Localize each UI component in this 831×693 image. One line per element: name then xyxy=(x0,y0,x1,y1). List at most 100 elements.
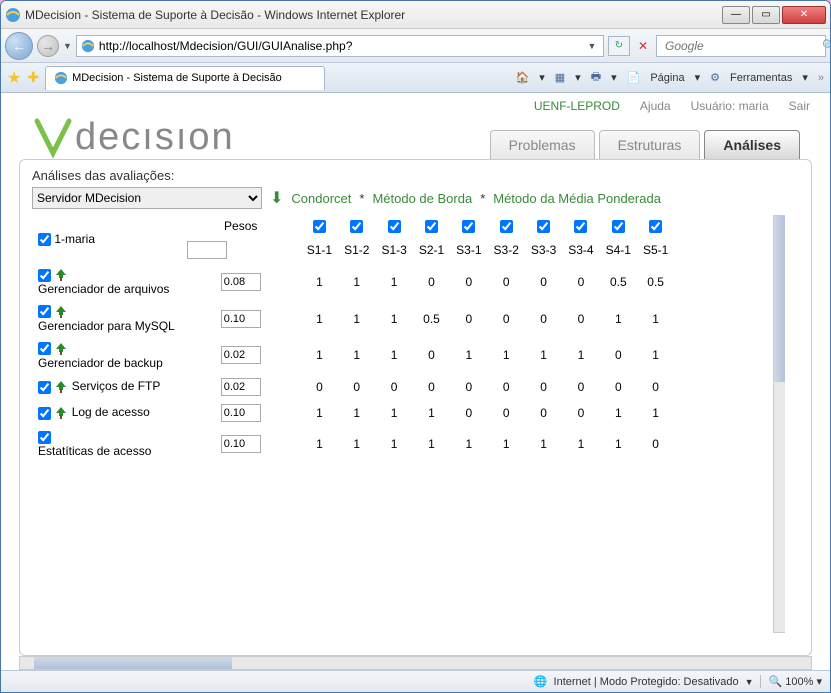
tree-icon[interactable] xyxy=(54,268,68,282)
stop-button[interactable]: ✕ xyxy=(634,39,652,53)
cell-value: 1 xyxy=(301,263,338,300)
col-header: S3-3 xyxy=(525,237,562,263)
cell-value: 0 xyxy=(488,374,525,400)
col-check[interactable] xyxy=(425,220,438,233)
maximize-button[interactable]: ▭ xyxy=(752,6,780,24)
row-check[interactable] xyxy=(38,342,51,355)
tab-analises[interactable]: Análises xyxy=(704,130,800,159)
method-borda[interactable]: Método de Borda xyxy=(372,191,472,206)
add-favorite-icon[interactable]: ✚ xyxy=(27,69,39,86)
cell-value: 1 xyxy=(488,337,525,374)
cell-value: 1 xyxy=(338,426,375,462)
address-dropdown-icon[interactable]: ▼ xyxy=(585,41,599,51)
url-input[interactable] xyxy=(99,39,585,53)
help-link[interactable]: Ajuda xyxy=(640,99,671,113)
page-menu-icon[interactable]: 📄 xyxy=(627,71,641,84)
tree-icon[interactable] xyxy=(54,380,68,394)
tools-menu[interactable]: Ferramentas xyxy=(730,72,792,84)
peso-input[interactable] xyxy=(221,346,261,364)
tools-icon[interactable]: ⚙ xyxy=(710,71,720,84)
back-button[interactable]: ← xyxy=(5,32,33,60)
cell-value: 1 xyxy=(450,337,487,374)
feeds-icon[interactable]: ▦ xyxy=(555,71,565,84)
minimize-button[interactable]: — xyxy=(722,6,750,24)
col-check[interactable] xyxy=(500,220,513,233)
zoom-level[interactable]: 🔍 100% ▾ xyxy=(760,675,822,688)
search-box[interactable]: G 🔍 xyxy=(656,35,826,57)
tree-icon[interactable] xyxy=(54,305,68,319)
cell-value: 1 xyxy=(600,400,637,426)
peso-input[interactable] xyxy=(221,378,261,396)
cell-value: 1 xyxy=(637,337,674,374)
logout-link[interactable]: Sair xyxy=(789,99,810,113)
table-row: Serviços de FTP0000000000 xyxy=(32,374,674,400)
col-check[interactable] xyxy=(537,220,550,233)
chevrons-icon[interactable]: » xyxy=(818,72,824,84)
cell-value: 0 xyxy=(488,263,525,300)
cell-value: 1 xyxy=(338,263,375,300)
peso-input[interactable] xyxy=(221,310,261,328)
check-all[interactable] xyxy=(38,233,51,246)
col-check[interactable] xyxy=(350,220,363,233)
evaluation-select[interactable]: Servidor MDecision xyxy=(32,187,262,209)
method-media[interactable]: Método da Média Ponderada xyxy=(493,191,661,206)
peso-input[interactable] xyxy=(221,273,261,291)
vertical-scrollbar[interactable] xyxy=(773,215,787,633)
ie-icon xyxy=(5,7,21,23)
col-pesos: Pesos xyxy=(181,215,301,237)
row-check[interactable] xyxy=(38,381,51,394)
col-header: S1-3 xyxy=(375,237,412,263)
download-icon[interactable]: ⬇ xyxy=(270,188,283,208)
row-check[interactable] xyxy=(38,305,51,318)
col-header: S3-2 xyxy=(488,237,525,263)
cell-value: 0 xyxy=(413,337,450,374)
row-check[interactable] xyxy=(38,269,51,282)
cell-value: 1 xyxy=(375,337,412,374)
col-header: S5-1 xyxy=(637,237,674,263)
nav-dropdown-icon[interactable]: ▼ xyxy=(63,41,72,51)
peso-input[interactable] xyxy=(221,404,261,422)
cell-value: 1 xyxy=(562,426,599,462)
col-check[interactable] xyxy=(388,220,401,233)
cell-value: 0 xyxy=(450,374,487,400)
cell-value: 1 xyxy=(301,426,338,462)
cell-value: 0 xyxy=(450,400,487,426)
col-check[interactable] xyxy=(462,220,475,233)
security-dropdown[interactable]: ▼ xyxy=(745,677,754,687)
cell-value: 0 xyxy=(562,300,599,337)
uenf-link[interactable]: UENF-LEPROD xyxy=(534,99,620,113)
home-icon[interactable]: 🏠 xyxy=(516,71,530,84)
address-bar[interactable]: ▼ xyxy=(76,35,604,57)
cell-value: 0 xyxy=(375,374,412,400)
row-check[interactable] xyxy=(38,431,51,444)
favorites-icon[interactable]: ★ xyxy=(7,68,21,88)
horizontal-scrollbar[interactable] xyxy=(19,656,812,670)
tab-title: MDecision - Sistema de Suporte à Decisão xyxy=(72,72,282,84)
forward-button[interactable]: → xyxy=(37,35,59,57)
col-check[interactable] xyxy=(313,220,326,233)
pesos-header-input[interactable] xyxy=(187,241,227,259)
tree-icon[interactable] xyxy=(54,406,68,420)
close-button[interactable]: ✕ xyxy=(782,6,826,24)
tab-estruturas[interactable]: Estruturas xyxy=(599,130,701,159)
row-label: Gerenciador de arquivos xyxy=(38,282,169,296)
search-icon[interactable]: 🔍 xyxy=(822,39,831,52)
cell-value: 1 xyxy=(375,426,412,462)
method-condorcet[interactable]: Condorcet xyxy=(291,191,351,206)
refresh-button[interactable]: ↻ xyxy=(608,36,630,56)
col-header: S1-2 xyxy=(338,237,375,263)
cell-value: 1 xyxy=(525,426,562,462)
cell-value: 0 xyxy=(301,374,338,400)
tab-problemas[interactable]: Problemas xyxy=(490,130,595,159)
search-input[interactable] xyxy=(661,39,822,53)
col-check[interactable] xyxy=(612,220,625,233)
table-row: Gerenciador de backup1110111101 xyxy=(32,337,674,374)
page-menu[interactable]: Página xyxy=(650,72,684,84)
tree-icon[interactable] xyxy=(54,342,68,356)
col-check[interactable] xyxy=(649,220,662,233)
print-icon[interactable]: 🖶 xyxy=(591,68,601,87)
row-check[interactable] xyxy=(38,407,51,420)
browser-tab[interactable]: MDecision - Sistema de Suporte à Decisão xyxy=(45,66,325,90)
peso-input[interactable] xyxy=(221,435,261,453)
col-check[interactable] xyxy=(574,220,587,233)
